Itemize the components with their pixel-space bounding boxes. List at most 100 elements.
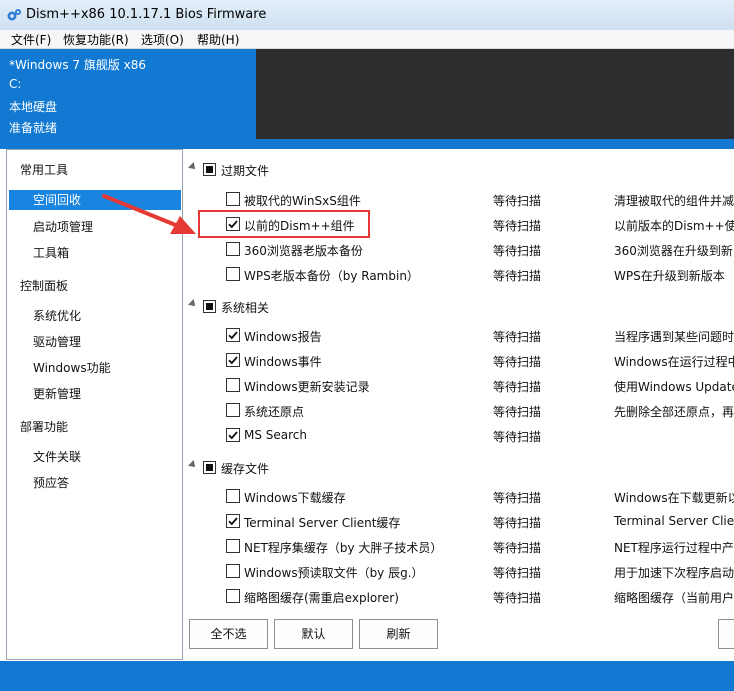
checkbox[interactable]	[226, 267, 240, 281]
checkbox-checked[interactable]	[226, 428, 240, 442]
item-description: Terminal Server Clier	[614, 514, 734, 528]
nav-item-driver-manager[interactable]: 驱动管理	[33, 333, 81, 350]
group-label: 系统相关	[221, 301, 270, 315]
checkbox[interactable]	[226, 403, 240, 417]
nav-section-control-panel: 控制面板	[20, 279, 69, 293]
title-bar: Dism++x86 10.1.17.1 Bios Firmware	[0, 0, 734, 31]
item-label: MS Search	[244, 428, 308, 442]
item-description: 缩略图缓存（当前用户	[614, 591, 734, 605]
nav-item-file-association[interactable]: 文件关联	[33, 448, 81, 465]
item-status: 等待扫描	[493, 244, 542, 258]
disk-type: 本地硬盘	[9, 100, 58, 114]
deselect-all-button[interactable]: 全不选	[189, 619, 268, 649]
checkbox[interactable]	[226, 539, 240, 553]
group-checkbox[interactable]	[203, 163, 216, 176]
menu-help[interactable]: 帮助(H)	[197, 31, 239, 48]
os-name: *Windows 7 旗舰版 x86	[9, 58, 147, 72]
group-system-related[interactable]: 系统相关	[186, 297, 734, 317]
item-status: 等待扫描	[493, 430, 542, 444]
group-label: 缓存文件	[221, 462, 270, 476]
checkbox[interactable]	[226, 378, 240, 392]
refresh-button[interactable]: 刷新	[359, 619, 438, 649]
checkbox[interactable]	[226, 564, 240, 578]
item-status: 等待扫描	[493, 330, 542, 344]
list-item[interactable]: Terminal Server Client缓存 等待扫描 Terminal S…	[186, 510, 734, 532]
item-status: 等待扫描	[493, 219, 542, 233]
item-description: 以前版本的Dism++使	[614, 219, 734, 233]
list-item[interactable]: Windows预读取文件（by 辰g.） 等待扫描 用于加速下次程序启动	[186, 560, 734, 582]
checkbox-checked[interactable]	[226, 514, 240, 528]
item-status: 等待扫描	[493, 380, 542, 394]
highlight-box	[198, 210, 370, 238]
checkbox[interactable]	[226, 192, 240, 206]
nav-item-startup-manager[interactable]: 启动项管理	[33, 218, 93, 235]
default-button[interactable]: 默认	[274, 619, 353, 649]
window-title: Dism++x86 10.1.17.1 Bios Firmware	[26, 7, 267, 22]
list-item[interactable]: 被取代的WinSxS组件 等待扫描 清理被取代的组件并减	[186, 188, 734, 210]
item-status: 等待扫描	[493, 405, 542, 419]
checkmark-icon	[228, 331, 238, 340]
menu-options[interactable]: 选项(O)	[141, 31, 184, 48]
group-cache-files[interactable]: 缓存文件	[186, 458, 734, 478]
list-item[interactable]: Windows下载缓存 等待扫描 Windows在下载更新以	[186, 485, 734, 507]
group-checkbox[interactable]	[203, 300, 216, 313]
checkmark-icon	[228, 431, 238, 440]
checkbox-checked[interactable]	[226, 353, 240, 367]
checkbox[interactable]	[226, 489, 240, 503]
item-status: 等待扫描	[493, 566, 542, 580]
list-item[interactable]: 系统还原点 等待扫描 先删除全部还原点，再	[186, 399, 734, 421]
list-item[interactable]: WPS老版本备份（by Rambin） 等待扫描 WPS在升级到新版本	[186, 263, 734, 285]
item-description: Windows在下载更新以	[614, 491, 734, 505]
expand-arrow-icon[interactable]	[188, 162, 198, 172]
item-status: 等待扫描	[493, 541, 542, 555]
checkbox[interactable]	[226, 242, 240, 256]
scan-button-partial[interactable]	[718, 619, 734, 649]
nav-item-system-optimize[interactable]: 系统优化	[33, 307, 81, 324]
item-description: Windows在运行过程中	[614, 355, 734, 369]
blue-divider	[0, 139, 734, 149]
header-dark-area	[256, 49, 734, 139]
item-label: NET程序集缓存（by 大胖子技术员）	[244, 541, 443, 555]
item-label: Windows下载缓存	[244, 491, 346, 505]
item-label: 被取代的WinSxS组件	[244, 194, 361, 208]
list-item[interactable]: 缩略图缓存(需重启explorer) 等待扫描 缩略图缓存（当前用户	[186, 585, 734, 607]
list-item[interactable]: MS Search 等待扫描	[186, 424, 734, 446]
nav-item-update-manager[interactable]: 更新管理	[33, 385, 81, 402]
nav-section-deploy: 部署功能	[20, 420, 69, 434]
item-status: 等待扫描	[493, 269, 542, 283]
item-label: 360浏览器老版本备份	[244, 244, 363, 258]
item-status: 等待扫描	[493, 516, 542, 530]
item-status: 等待扫描	[493, 194, 542, 208]
item-label: Terminal Server Client缓存	[244, 516, 401, 530]
menu-bar: 文件(F) 恢复功能(R) 选项(O) 帮助(H)	[0, 30, 734, 49]
checkmark-icon	[228, 517, 238, 526]
list-item[interactable]: NET程序集缓存（by 大胖子技术员） 等待扫描 NET程序运行过程中产	[186, 535, 734, 557]
nav-item-windows-features[interactable]: Windows功能	[33, 359, 111, 376]
item-description: 清理被取代的组件并减	[614, 194, 734, 208]
item-status: 等待扫描	[493, 491, 542, 505]
annotation-arrow-icon	[102, 194, 196, 234]
list-item[interactable]: Windows更新安装记录 等待扫描 使用Windows Update	[186, 374, 734, 396]
nav-item-toolbox[interactable]: 工具箱	[33, 244, 69, 261]
item-description: 当程序遇到某些问题时	[614, 330, 734, 344]
checkbox-checked[interactable]	[226, 328, 240, 342]
item-description: WPS在升级到新版本	[614, 269, 725, 283]
menu-restore[interactable]: 恢复功能(R)	[63, 31, 129, 48]
system-info-panel[interactable]: *Windows 7 旗舰版 x86 C: 本地硬盘 准备就绪	[0, 49, 256, 139]
list-item[interactable]: Windows事件 等待扫描 Windows在运行过程中	[186, 349, 734, 371]
expand-arrow-icon[interactable]	[188, 460, 198, 470]
list-item[interactable]: Windows报告 等待扫描 当程序遇到某些问题时	[186, 324, 734, 346]
item-status: 等待扫描	[493, 355, 542, 369]
checkbox[interactable]	[226, 589, 240, 603]
item-label: 系统还原点	[244, 405, 305, 419]
item-label: Windows预读取文件（by 辰g.）	[244, 566, 424, 580]
expand-arrow-icon[interactable]	[188, 299, 198, 309]
status-text: 准备就绪	[9, 121, 58, 135]
group-checkbox[interactable]	[203, 461, 216, 474]
nav-item-answer-file[interactable]: 预应答	[33, 474, 69, 491]
list-item[interactable]: 360浏览器老版本备份 等待扫描 360浏览器在升级到新	[186, 238, 734, 260]
menu-file[interactable]: 文件(F)	[11, 31, 51, 48]
item-status: 等待扫描	[493, 591, 542, 605]
status-bar	[0, 661, 734, 691]
group-expired-files[interactable]: 过期文件	[186, 160, 734, 180]
